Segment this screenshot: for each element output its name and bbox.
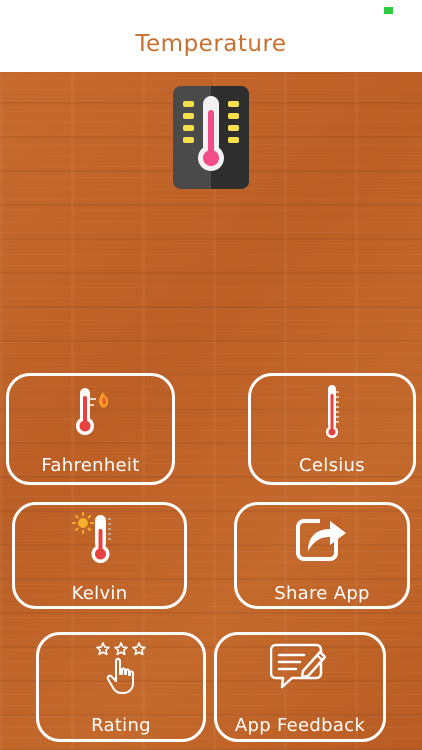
thermometer-flame-icon bbox=[75, 388, 108, 435]
app-feedback-label: App Feedback bbox=[234, 715, 366, 736]
status-indicator bbox=[384, 7, 393, 14]
rating-button[interactable]: Rating bbox=[36, 632, 206, 742]
fahrenheit-button[interactable]: Fahrenheit bbox=[6, 373, 175, 485]
thermometer-icon bbox=[326, 385, 339, 438]
rating-stars-hand-icon bbox=[96, 642, 146, 694]
share-icon bbox=[296, 517, 346, 561]
feedback-icon bbox=[270, 643, 327, 689]
fahrenheit-label: Fahrenheit bbox=[41, 455, 140, 476]
share-app-label: Share App bbox=[274, 583, 370, 604]
celsius-label: Celsius bbox=[299, 455, 365, 476]
main-content: Fahrenheit Celsius Kelvin Share App Rati… bbox=[0, 72, 422, 750]
app-feedback-button[interactable]: App Feedback bbox=[214, 632, 386, 742]
kelvin-button[interactable]: Kelvin bbox=[12, 502, 187, 609]
share-app-button[interactable]: Share App bbox=[234, 502, 410, 609]
kelvin-label: Kelvin bbox=[71, 583, 128, 604]
celsius-button[interactable]: Celsius bbox=[248, 373, 416, 485]
rating-label: Rating bbox=[91, 715, 151, 736]
app-header: Temperature bbox=[0, 0, 422, 73]
thermometer-app-icon bbox=[173, 86, 249, 189]
thermometer-sun-icon bbox=[71, 512, 111, 563]
page-title: Temperature bbox=[135, 31, 287, 57]
